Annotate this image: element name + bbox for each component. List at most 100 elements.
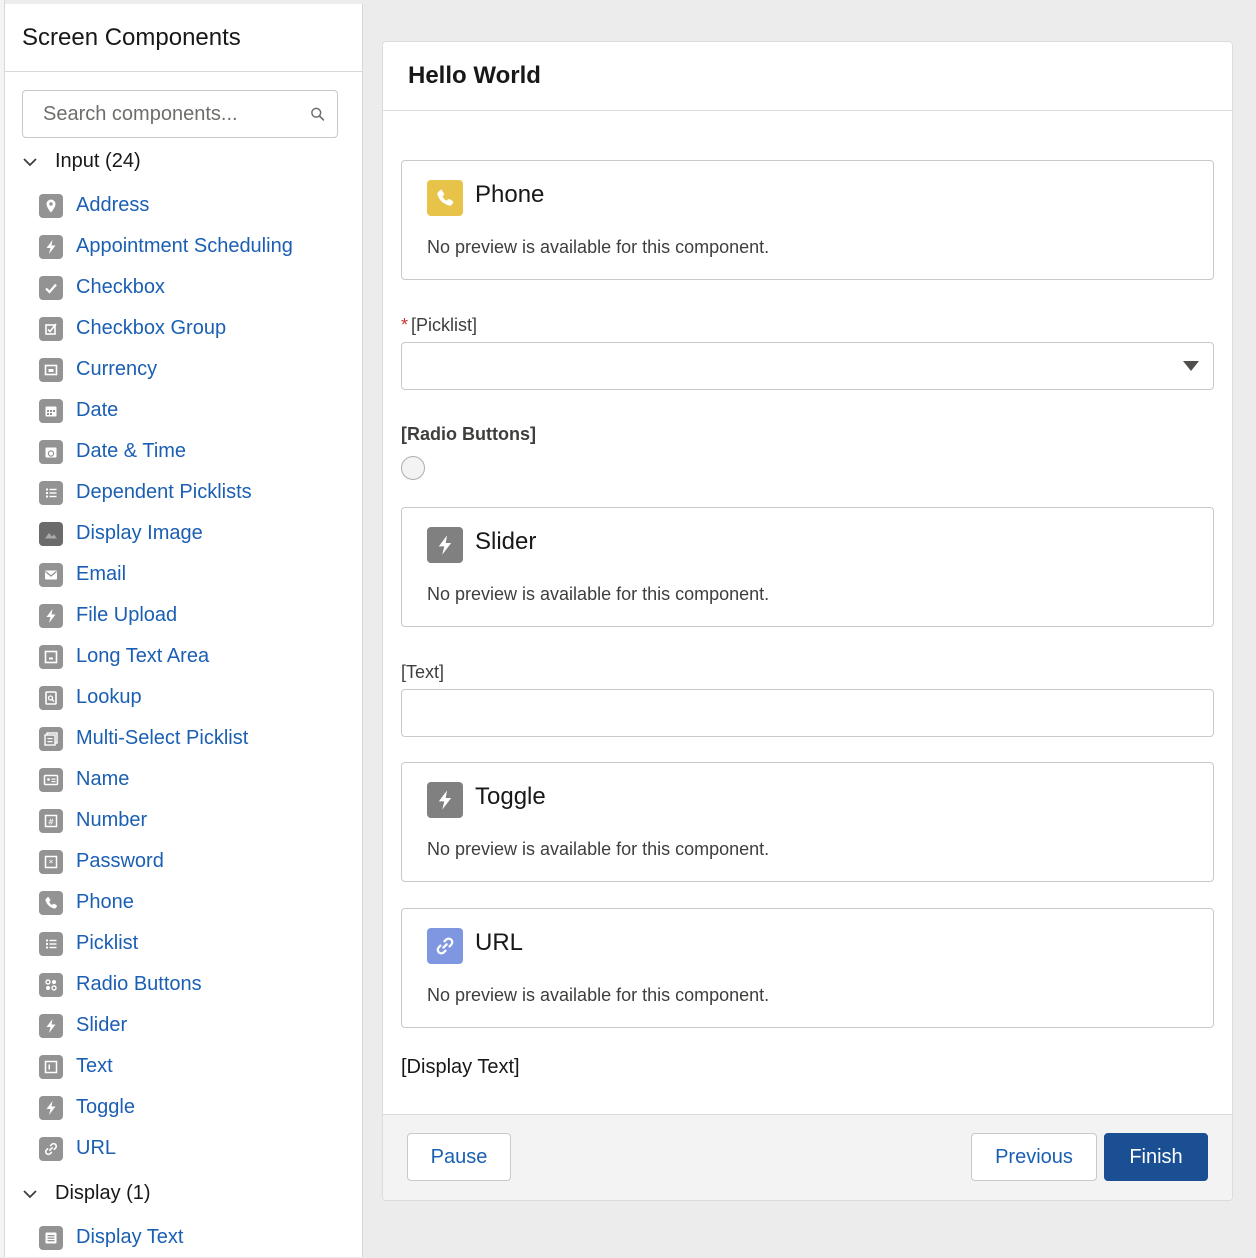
picklist-select[interactable] xyxy=(401,342,1214,390)
component-item-display-image[interactable]: Display Image xyxy=(39,513,359,554)
component-item-dependent-picklists[interactable]: Dependent Picklists xyxy=(39,472,359,513)
calendar-clock-icon xyxy=(39,439,63,464)
image-icon xyxy=(39,521,63,546)
component-item-label: Dependent Picklists xyxy=(76,481,252,503)
component-item-address[interactable]: Address xyxy=(39,185,359,226)
component-item-display-text[interactable]: Display Text xyxy=(39,1217,359,1258)
currency-icon xyxy=(39,357,63,382)
display-components-list: Display Text xyxy=(39,1217,359,1258)
card-title: Phone xyxy=(475,181,545,208)
component-item-label: Password xyxy=(76,850,164,872)
component-item-label: Multi-Select Picklist xyxy=(76,727,249,749)
component-item-label: Slider xyxy=(76,1014,128,1036)
component-item-toggle[interactable]: Toggle xyxy=(39,1087,359,1128)
card-title: Toggle xyxy=(475,783,546,810)
card-title: URL xyxy=(475,929,524,956)
component-item-label: Picklist xyxy=(76,932,139,954)
component-item-date-time[interactable]: Date & Time xyxy=(39,431,359,472)
component-item-label: Number xyxy=(76,809,148,831)
screen-canvas: Hello World Phone No preview is availabl… xyxy=(382,41,1233,1201)
component-item-checkbox-group[interactable]: Checkbox Group xyxy=(39,308,359,349)
list-icon xyxy=(39,931,63,956)
lightning-bolt-icon xyxy=(39,1095,63,1120)
component-item-label: Checkbox xyxy=(76,276,165,298)
text-area-icon xyxy=(39,644,63,669)
name-card-icon xyxy=(39,767,63,792)
component-item-currency[interactable]: Currency xyxy=(39,349,359,390)
component-item-label: Name xyxy=(76,768,130,790)
checkmark-icon xyxy=(39,275,63,300)
link-icon xyxy=(39,1136,63,1161)
component-item-checkbox[interactable]: Checkbox xyxy=(39,267,359,308)
required-marker: * xyxy=(401,315,409,335)
component-item-file-upload[interactable]: File Upload xyxy=(39,595,359,636)
component-item-label: Phone xyxy=(76,891,134,913)
phone-icon xyxy=(39,890,63,915)
component-item-label: Toggle xyxy=(76,1096,135,1118)
screen-components-panel: Screen Components Input (24) Address Appo… xyxy=(5,4,363,1257)
component-item-number[interactable]: # Number xyxy=(39,800,359,841)
component-item-text[interactable]: Text xyxy=(39,1046,359,1087)
svg-text:*: * xyxy=(49,859,54,869)
text-input[interactable] xyxy=(401,689,1214,737)
component-item-label: Currency xyxy=(76,358,158,380)
list-icon xyxy=(39,480,63,505)
radio-buttons-icon xyxy=(39,972,63,997)
slider-component-card[interactable]: Slider No preview is available for this … xyxy=(401,507,1214,627)
component-item-long-text-area[interactable]: Long Text Area xyxy=(39,636,359,677)
multi-select-icon xyxy=(39,726,63,751)
component-item-label: Long Text Area xyxy=(76,645,210,667)
chevron-down-icon xyxy=(23,1189,37,1198)
component-item-label: Checkbox Group xyxy=(76,317,227,339)
envelope-icon xyxy=(39,562,63,587)
lightning-bolt-icon xyxy=(39,603,63,628)
pause-button[interactable]: Pause xyxy=(407,1133,511,1181)
lightning-bolt-icon xyxy=(427,782,463,818)
component-item-lookup[interactable]: Lookup xyxy=(39,677,359,718)
previous-button[interactable]: Previous xyxy=(971,1133,1097,1181)
component-item-multi-select-picklist[interactable]: Multi-Select Picklist xyxy=(39,718,359,759)
search-box[interactable] xyxy=(22,90,338,138)
input-components-list: Address Appointment Scheduling Checkbox Che… xyxy=(39,185,359,1169)
component-item-slider[interactable]: Slider xyxy=(39,1005,359,1046)
component-item-label: URL xyxy=(76,1137,117,1159)
toggle-component-card[interactable]: Toggle No preview is available for this … xyxy=(401,762,1214,882)
chevron-down-icon xyxy=(23,157,37,166)
phone-icon xyxy=(427,180,463,216)
svg-text:#: # xyxy=(48,817,55,826)
calendar-icon xyxy=(39,398,63,423)
url-component-card[interactable]: URL No preview is available for this com… xyxy=(401,908,1214,1028)
search-icon[interactable] xyxy=(310,103,325,125)
picklist-label: * [Picklist] xyxy=(401,315,477,336)
password-icon: * xyxy=(39,849,63,874)
component-item-label: Date & Time xyxy=(76,440,187,462)
phone-component-card[interactable]: Phone No preview is available for this c… xyxy=(401,160,1214,280)
number-icon: # xyxy=(39,808,63,833)
location-pin-icon xyxy=(39,193,63,218)
component-item-label: Display Text xyxy=(76,1226,184,1248)
component-item-name[interactable]: Name xyxy=(39,759,359,800)
radio-button[interactable] xyxy=(401,456,425,480)
component-item-appointment-scheduling[interactable]: Appointment Scheduling xyxy=(39,226,359,267)
right-edge xyxy=(1251,0,1256,1257)
display-text-icon xyxy=(39,1225,63,1250)
display-text-component[interactable]: [Display Text] xyxy=(401,1056,520,1079)
search-input[interactable] xyxy=(41,101,310,127)
component-item-email[interactable]: Email xyxy=(39,554,359,595)
component-item-password[interactable]: * Password xyxy=(39,841,359,882)
component-item-url[interactable]: URL xyxy=(39,1128,359,1169)
component-item-label: Display Image xyxy=(76,522,203,544)
dropdown-arrow-icon xyxy=(1183,361,1199,371)
component-item-radio-buttons[interactable]: Radio Buttons xyxy=(39,964,359,1005)
screen-footer: Pause Previous Finish xyxy=(383,1114,1232,1200)
lookup-icon xyxy=(39,685,63,710)
section-input-label: Input (24) xyxy=(55,150,141,172)
component-item-date[interactable]: Date xyxy=(39,390,359,431)
section-input-toggle[interactable]: Input (24) xyxy=(22,150,141,173)
component-item-picklist[interactable]: Picklist xyxy=(39,923,359,964)
component-item-phone[interactable]: Phone xyxy=(39,882,359,923)
radio-buttons-label: [Radio Buttons] xyxy=(401,424,536,444)
checkbox-group-icon xyxy=(39,316,63,341)
finish-button[interactable]: Finish xyxy=(1104,1133,1208,1181)
section-display-toggle[interactable]: Display (1) xyxy=(22,1182,151,1205)
